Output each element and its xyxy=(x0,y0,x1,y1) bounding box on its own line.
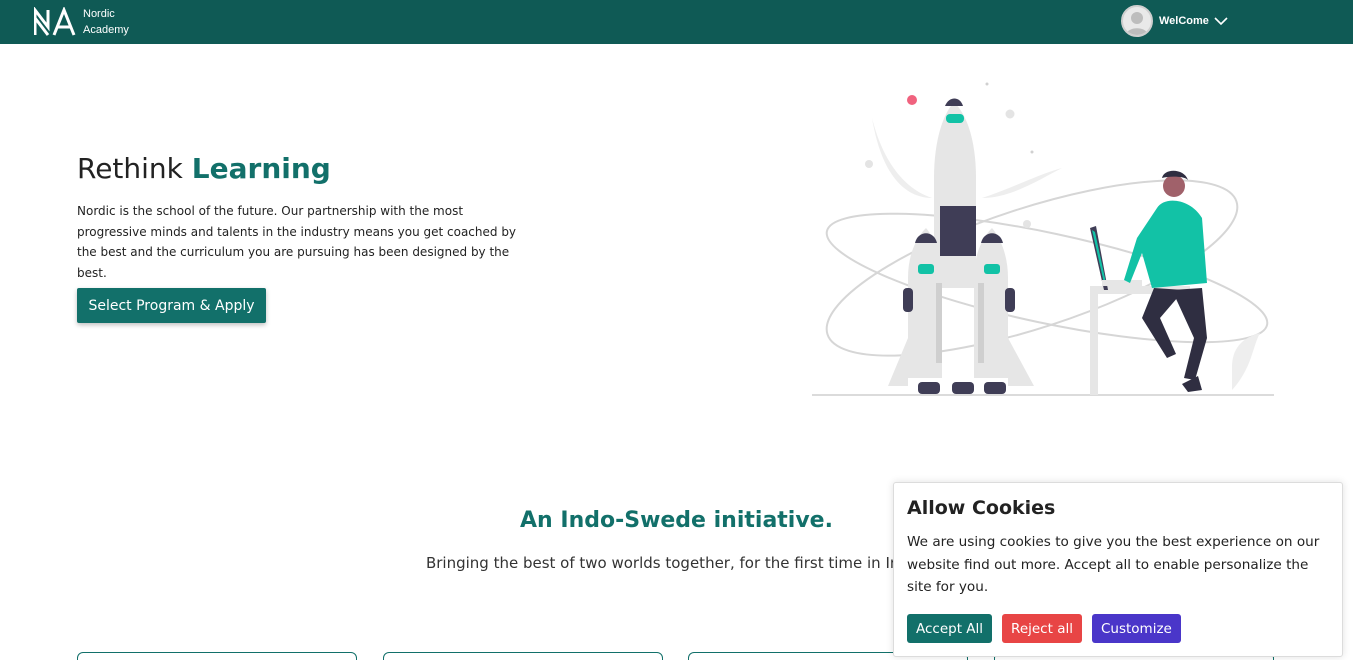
user-menu-toggle[interactable]: WelCome xyxy=(1121,5,1228,37)
cookie-title: Allow Cookies xyxy=(907,497,1056,519)
brand-line-2: Academy xyxy=(83,24,129,36)
cookie-consent-banner: Allow Cookies We are using cookies to gi… xyxy=(893,482,1343,657)
reject-all-cookies-button[interactable]: Reject all xyxy=(1002,614,1082,643)
rocket-launch-illustration xyxy=(812,82,1274,396)
brand-line-1: Nordic xyxy=(83,8,115,20)
program-card[interactable] xyxy=(383,652,663,660)
hero-title-accent: Learning xyxy=(191,152,331,185)
program-card[interactable] xyxy=(77,652,357,660)
user-greeting: WelCome xyxy=(1159,15,1209,27)
na-logo-icon xyxy=(34,7,76,36)
hero-title: Rethink Learning xyxy=(77,152,331,185)
customize-cookies-button[interactable]: Customize xyxy=(1091,614,1181,643)
hero-description: Nordic is the school of the future. Our … xyxy=(77,204,517,280)
cookie-message: We are using cookies to give you the bes… xyxy=(907,534,1320,595)
user-avatar-icon xyxy=(1121,5,1153,37)
cookie-actions: Accept All Reject all Customize xyxy=(907,614,1181,643)
accept-all-cookies-button[interactable]: Accept All xyxy=(907,614,993,643)
brand-name: Nordic Academy xyxy=(83,6,129,38)
chevron-down-icon xyxy=(1214,16,1228,25)
hero-title-plain: Rethink xyxy=(77,152,183,185)
brand-home-link[interactable]: Nordic Academy xyxy=(34,6,129,38)
select-program-apply-button[interactable]: Select Program & Apply xyxy=(77,288,266,323)
top-navbar: Nordic Academy WelCome xyxy=(0,0,1353,44)
